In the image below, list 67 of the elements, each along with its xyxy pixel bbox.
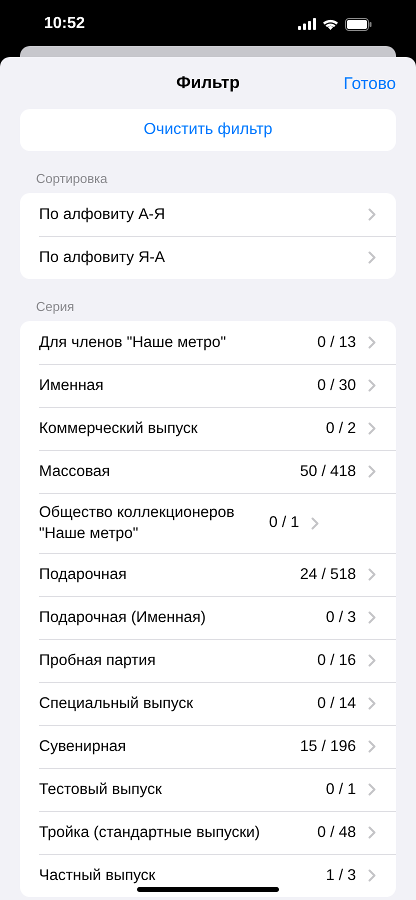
row-label: Частный выпуск bbox=[39, 866, 156, 886]
chevron-icon bbox=[368, 208, 376, 221]
list-row[interactable]: Тройка (стандартные выпуски) 0 / 48 bbox=[20, 811, 396, 854]
list-row[interactable]: По алфовиту А-Я bbox=[20, 193, 396, 236]
row-label: Пробная партия bbox=[39, 651, 157, 671]
clear-filter-button[interactable]: Очистить фильтр bbox=[20, 109, 396, 151]
list-row[interactable]: Для членов "Наше метро" 0 / 13 bbox=[20, 321, 396, 364]
chevron-icon bbox=[368, 697, 376, 710]
status-time: 10:52 bbox=[44, 14, 85, 34]
row-label: Массовая bbox=[39, 462, 112, 482]
section-header: Сортировка bbox=[35, 170, 108, 188]
wifi-icon bbox=[322, 18, 339, 30]
list-row[interactable]: Частный выпуск 1 / 3 bbox=[20, 854, 396, 897]
chevron-icon bbox=[368, 783, 376, 796]
row-label: Для членов "Наше метро" bbox=[39, 333, 227, 353]
chevron-icon bbox=[311, 516, 320, 530]
row-count: 50 / 418 bbox=[300, 462, 356, 482]
row-count: 0 / 3 bbox=[326, 608, 356, 628]
list-row[interactable]: Специальный выпуск 0 / 14 bbox=[20, 682, 396, 725]
list-row[interactable]: Общество коллекционеров "Наше метро" 0 / 1 bbox=[20, 493, 396, 553]
chevron-icon bbox=[368, 251, 376, 264]
row-count: 0 / 16 bbox=[317, 650, 356, 671]
chevron-icon bbox=[368, 422, 376, 435]
list-row[interactable]: По алфовиту Я-А bbox=[20, 236, 396, 279]
row-count: 15 / 196 bbox=[300, 736, 356, 757]
list-row[interactable]: Сувенирная 15 / 196 bbox=[20, 725, 396, 768]
chevron-icon bbox=[368, 465, 376, 478]
chevron-icon bbox=[368, 740, 376, 753]
list-row[interactable]: Подарочная 24 / 518 bbox=[20, 553, 396, 596]
row-label: Тройка (стандартные выпуски) bbox=[39, 823, 261, 843]
chevron-icon bbox=[368, 826, 376, 839]
row-count: 0 / 14 bbox=[317, 694, 356, 714]
list-row[interactable]: Коммерческий выпуск 0 / 2 bbox=[20, 407, 396, 450]
done-button[interactable]: Готово bbox=[344, 71, 396, 96]
chevron-icon bbox=[368, 336, 376, 349]
list-row[interactable]: Массовая 50 / 418 bbox=[20, 450, 396, 493]
chevron-icon bbox=[368, 869, 376, 882]
signal-icon bbox=[298, 18, 316, 30]
battery-icon bbox=[345, 18, 372, 30]
row-count: 0 / 1 bbox=[326, 780, 356, 800]
list-row[interactable]: Тестовый выпуск 0 / 1 bbox=[20, 768, 396, 811]
row-label: Подарочная (Именная) bbox=[39, 608, 207, 628]
chevron-icon bbox=[368, 568, 376, 581]
row-label: Тестовый выпуск bbox=[39, 780, 163, 800]
chevron-icon bbox=[368, 654, 376, 667]
row-count: 0 / 13 bbox=[317, 332, 356, 353]
row-count: 24 / 518 bbox=[300, 564, 356, 585]
chevron-icon bbox=[368, 611, 376, 624]
row-label: Коммерческий выпуск bbox=[39, 419, 199, 439]
row-label: Сувенирная bbox=[39, 737, 128, 757]
row-label: Именная bbox=[39, 376, 105, 396]
row-count: 0 / 1 bbox=[269, 513, 300, 534]
row-label: По алфовиту Я-А bbox=[39, 248, 166, 268]
list-row[interactable]: Подарочная (Именная) 0 / 3 bbox=[20, 596, 396, 639]
row-count: 1 / 3 bbox=[326, 866, 356, 886]
list-row[interactable]: Пробная партия 0 / 16 bbox=[20, 639, 396, 682]
row-count: 0 / 30 bbox=[317, 376, 356, 396]
sheet-title: Фильтр bbox=[176, 72, 240, 94]
chevron-icon bbox=[368, 379, 376, 392]
row-label: По алфовиту А-Я bbox=[39, 205, 166, 225]
row-count: 0 / 2 bbox=[326, 418, 356, 439]
row-label: Подарочная bbox=[39, 565, 128, 585]
row-label: Общество коллекционеров "Наше метро" bbox=[39, 503, 236, 544]
row-count: 0 / 48 bbox=[317, 822, 356, 843]
section-header: Серия bbox=[35, 298, 76, 316]
row-label: Специальный выпуск bbox=[39, 694, 194, 714]
list-row[interactable]: Именная 0 / 30 bbox=[20, 364, 396, 407]
